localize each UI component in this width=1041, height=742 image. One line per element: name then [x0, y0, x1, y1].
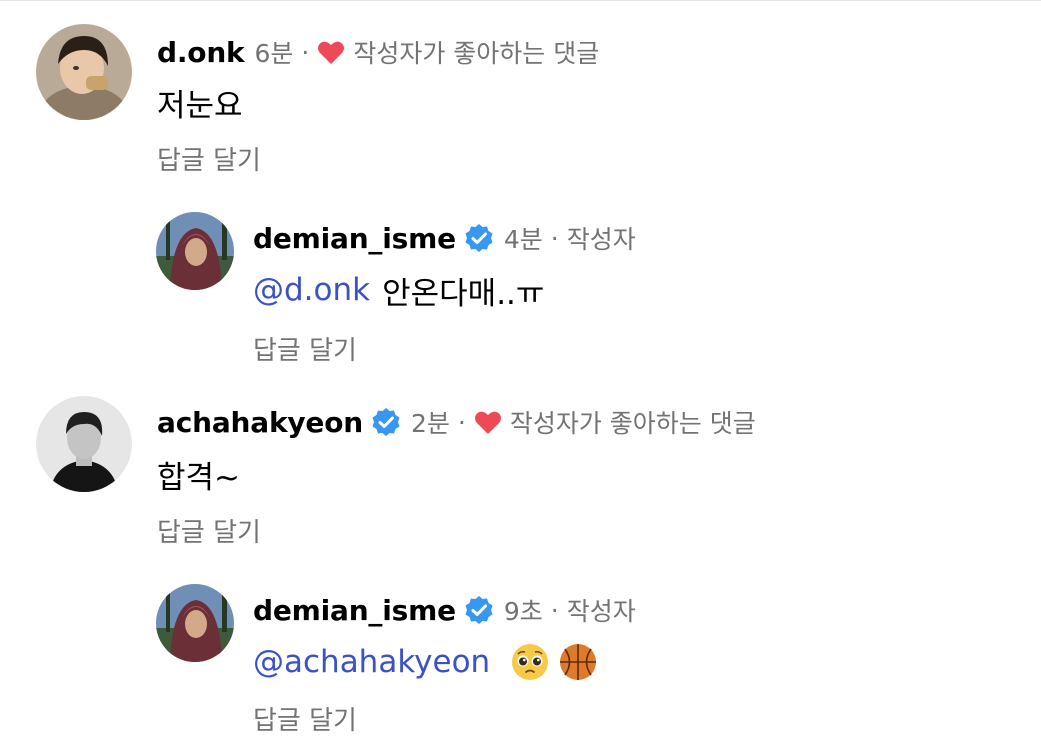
reply-button[interactable]: 답글 달기 [157, 140, 261, 177]
username[interactable]: demian_isme [253, 594, 456, 627]
comment-body: 합격~ [157, 459, 241, 496]
comment-header: achahakyeon 2분 · 작성자가 좋아하는 댓글 [157, 402, 756, 442]
comment-text: @achahakyeon [253, 640, 598, 684]
liked-by-author-label: 작성자가 좋아하는 댓글 [353, 39, 600, 68]
comment-text: 저눈요 [157, 80, 243, 124]
separator-dot: · [550, 595, 559, 625]
liked-by-author-label: 작성자가 좋아하는 댓글 [509, 409, 756, 438]
timestamp: 6분 [254, 39, 294, 68]
pleading-face-emoji [510, 642, 550, 682]
avatar-photo [36, 396, 132, 492]
username[interactable]: achahakyeon [157, 406, 363, 439]
separator-dot: · [550, 223, 559, 253]
avatar[interactable] [36, 396, 132, 492]
comment-header: demian_isme 4분 · 작성자 [253, 218, 636, 258]
comment-body: 저눈요 [157, 87, 243, 124]
verified-badge-icon [464, 223, 494, 253]
timestamp: 2분 [410, 409, 450, 438]
username[interactable]: demian_isme [253, 222, 456, 255]
timestamp: 4분 [503, 225, 543, 254]
comment-text: 합격~ [157, 452, 240, 496]
author-label: 작성자 [566, 225, 636, 254]
verified-badge-icon [371, 407, 401, 437]
avatar[interactable] [156, 584, 234, 662]
top-divider [0, 0, 1041, 1]
avatar-photo [156, 584, 234, 662]
avatar-photo [36, 24, 132, 120]
comment-header: d.onk 6분 · 작성자가 좋아하는 댓글 [157, 32, 599, 72]
separator-dot: · [301, 37, 310, 67]
reply-button[interactable]: 답글 달기 [253, 700, 357, 737]
heart-icon [317, 39, 345, 65]
username[interactable]: d.onk [157, 36, 245, 69]
mention-link[interactable]: @achahakyeon [253, 644, 490, 680]
verified-badge-icon [464, 595, 494, 625]
reply-button[interactable]: 답글 달기 [253, 330, 357, 367]
comment-body: 안온다매..ㅠ [382, 275, 545, 312]
avatar[interactable] [36, 24, 132, 120]
avatar[interactable] [156, 212, 234, 290]
separator-dot: · [457, 407, 466, 437]
reply-button[interactable]: 답글 달기 [157, 512, 261, 549]
comment-text: @d.onk 안온다매..ㅠ [253, 268, 544, 312]
author-label: 작성자 [566, 597, 636, 626]
avatar-photo [156, 212, 234, 290]
heart-icon [474, 409, 502, 435]
basketball-emoji [558, 642, 598, 682]
comment-header: demian_isme 9초 · 작성자 [253, 590, 636, 630]
mention-link[interactable]: @d.onk [253, 272, 370, 308]
timestamp: 9초 [503, 597, 543, 626]
